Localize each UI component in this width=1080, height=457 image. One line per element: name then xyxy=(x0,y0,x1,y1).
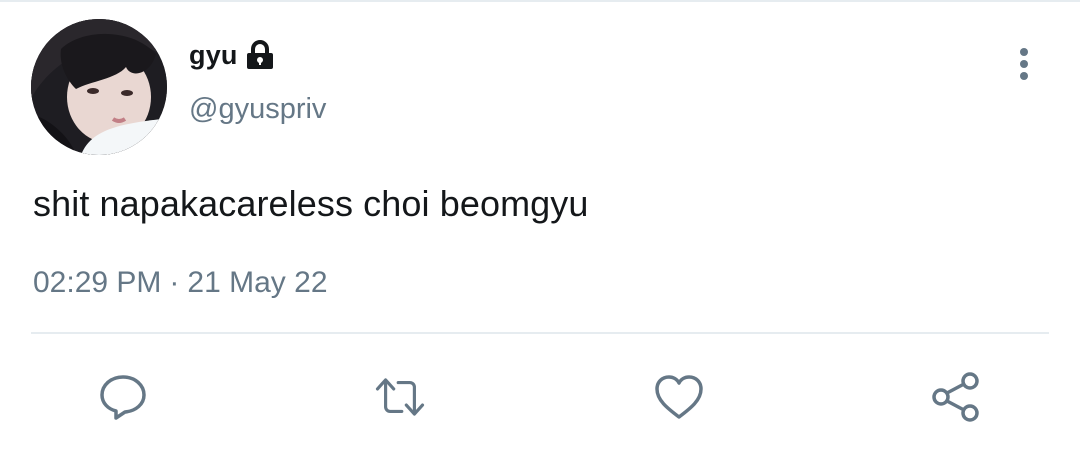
tweet-date: 21 May 22 xyxy=(187,266,328,299)
avatar[interactable] xyxy=(31,19,167,155)
more-options-button[interactable] xyxy=(1006,44,1042,84)
retweet-icon xyxy=(375,378,425,416)
reply-button[interactable] xyxy=(96,370,150,424)
tweet-timestamp: 02:29 PM · 21 May 22 xyxy=(33,266,328,300)
lock-icon xyxy=(244,40,276,70)
actions-divider xyxy=(31,332,1049,334)
like-button[interactable] xyxy=(652,370,706,424)
more-vertical-icon xyxy=(1020,48,1028,80)
tweet-text: shit napakacareless choi beomgyu xyxy=(33,183,589,224)
author-display-name[interactable]: gyu xyxy=(189,40,238,71)
share-button[interactable] xyxy=(929,370,983,424)
author-name-row[interactable]: gyu xyxy=(189,37,276,73)
share-icon xyxy=(932,372,979,422)
author-handle[interactable]: @gyuspriv xyxy=(189,93,326,126)
timestamp-separator: · xyxy=(169,266,180,299)
retweet-button[interactable] xyxy=(373,370,427,424)
like-icon xyxy=(655,375,703,419)
tweet-time: 02:29 PM xyxy=(33,266,162,299)
reply-icon xyxy=(100,375,146,420)
top-divider xyxy=(0,0,1080,2)
